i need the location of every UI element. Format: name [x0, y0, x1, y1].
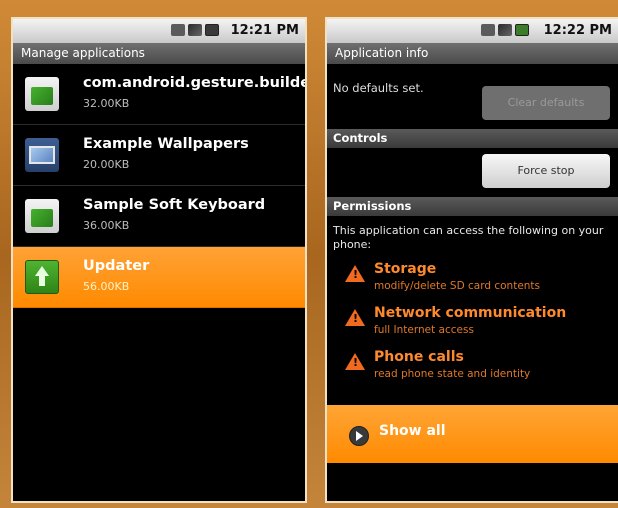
show-all-label: Show all — [379, 423, 446, 439]
app-list: com.android.gesture.builder 32.00KB Exam… — [13, 64, 305, 308]
status-icons — [481, 24, 529, 36]
app-size: 56.00KB — [83, 280, 130, 293]
clear-defaults-button[interactable]: Clear defaults — [482, 86, 610, 120]
gesture-builder-icon — [25, 77, 59, 111]
wallpapers-icon — [25, 138, 59, 172]
list-item-updater[interactable]: Updater 56.00KB — [13, 247, 305, 308]
warning-icon — [345, 309, 365, 326]
list-item-gesture-builder[interactable]: com.android.gesture.builder 32.00KB — [13, 64, 305, 125]
application-info-screen: 12:22 PM Application info No defaults se… — [325, 17, 618, 503]
page-title: Application info — [327, 43, 618, 64]
app-size: 32.00KB — [83, 97, 130, 110]
status-time: 12:21 PM — [230, 23, 299, 38]
app-name: com.android.gesture.builder — [83, 75, 307, 91]
permissions-header: Permissions — [327, 197, 618, 216]
signal-icon — [188, 24, 202, 36]
updater-icon — [25, 260, 59, 294]
permission-desc: read phone state and identity — [374, 368, 531, 380]
force-stop-button[interactable]: Force stop — [482, 154, 610, 188]
keyboard-icon — [25, 199, 59, 233]
permission-desc: full Internet access — [374, 324, 474, 336]
signal-icon — [498, 24, 512, 36]
page-title: Manage applications — [13, 43, 305, 64]
status-time: 12:22 PM — [543, 23, 612, 38]
permission-title: Network communication — [374, 305, 567, 321]
warning-icon — [345, 265, 365, 282]
usb-icon — [171, 24, 185, 36]
app-name: Updater — [83, 258, 150, 274]
status-bar: 12:21 PM — [13, 19, 305, 43]
app-name: Example Wallpapers — [83, 136, 249, 152]
app-info-content: No defaults set. Clear defaults Controls… — [327, 64, 618, 501]
status-icons — [171, 24, 219, 36]
permission-desc: modify/delete SD card contents — [374, 280, 541, 292]
app-name: Sample Soft Keyboard — [83, 197, 266, 213]
battery-charging-icon — [515, 24, 529, 36]
scrolled-section-edge — [327, 64, 618, 73]
battery-icon — [205, 24, 219, 36]
controls-header: Controls — [327, 129, 618, 148]
show-all-button[interactable]: Show all — [327, 405, 618, 463]
list-item-example-wallpapers[interactable]: Example Wallpapers 20.00KB — [13, 125, 305, 186]
permission-title: Storage — [374, 261, 437, 277]
usb-icon — [481, 24, 495, 36]
app-size: 20.00KB — [83, 158, 130, 171]
manage-applications-screen: 12:21 PM Manage applications com.android… — [11, 17, 307, 503]
expand-arrow-icon — [349, 426, 369, 446]
permission-title: Phone calls — [374, 349, 464, 365]
warning-icon — [345, 353, 365, 370]
permissions-intro: This application can access the followin… — [333, 224, 604, 251]
list-item-sample-soft-keyboard[interactable]: Sample Soft Keyboard 36.00KB — [13, 186, 305, 247]
app-size: 36.00KB — [83, 219, 130, 232]
status-bar: 12:22 PM — [327, 19, 618, 43]
